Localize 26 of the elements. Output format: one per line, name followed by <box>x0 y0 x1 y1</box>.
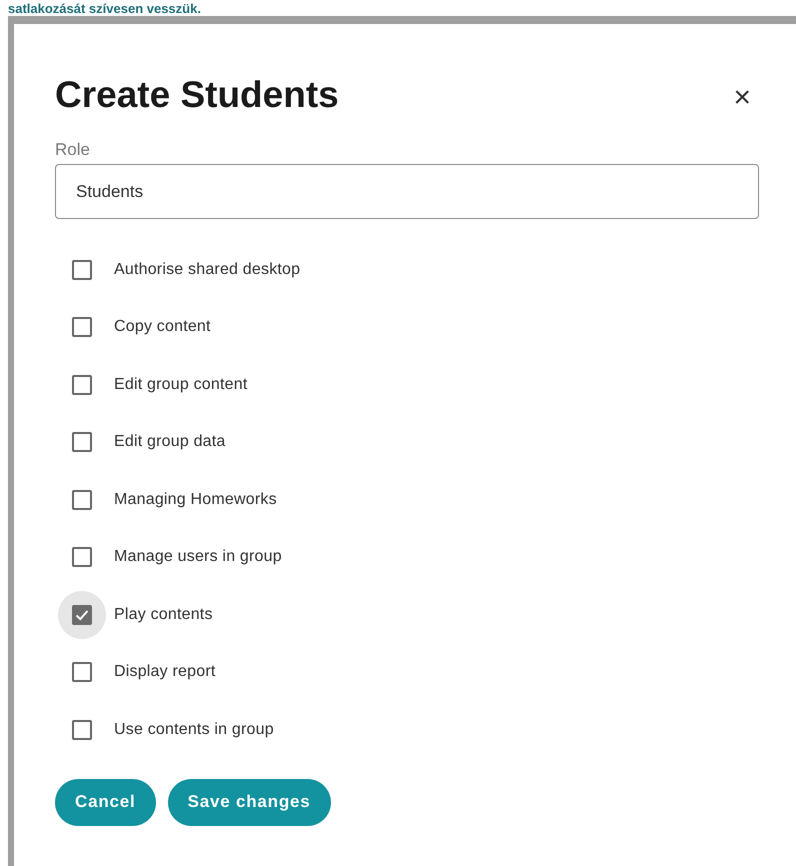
background-text: satlakozását szívesen vesszük. <box>8 1 201 16</box>
checkbox[interactable] <box>72 490 92 510</box>
checkbox[interactable] <box>72 604 92 625</box>
cancel-button[interactable]: Cancel <box>55 778 156 826</box>
checkbox-label: Edit group content <box>114 376 248 394</box>
checkbox-label: Play contents <box>114 606 213 624</box>
dialog-title: Create Students <box>55 74 339 116</box>
checkbox[interactable] <box>72 260 92 280</box>
checkbox-label: Managing Homeworks <box>114 490 277 509</box>
checkbox-label: Manage users in group <box>114 548 282 566</box>
close-button[interactable]: × <box>725 83 759 113</box>
checkbox[interactable] <box>72 662 92 682</box>
checkbox[interactable] <box>72 374 92 395</box>
checkbox[interactable] <box>72 432 92 452</box>
save-button[interactable]: Save changes <box>168 778 331 826</box>
checkbox[interactable] <box>72 720 92 740</box>
check-icon <box>75 608 89 621</box>
checkbox-label: Display report <box>114 663 216 682</box>
field-label: Role <box>55 140 91 160</box>
checkbox-label: Copy content <box>114 318 211 336</box>
checkbox[interactable] <box>72 547 92 568</box>
role-field[interactable]: Students <box>55 164 759 219</box>
checkbox-label: Use contents in group <box>114 720 274 739</box>
checkbox[interactable] <box>72 317 92 338</box>
checkbox-label: Edit group data <box>114 433 226 452</box>
checkbox-label: Authorise shared desktop <box>114 260 300 279</box>
